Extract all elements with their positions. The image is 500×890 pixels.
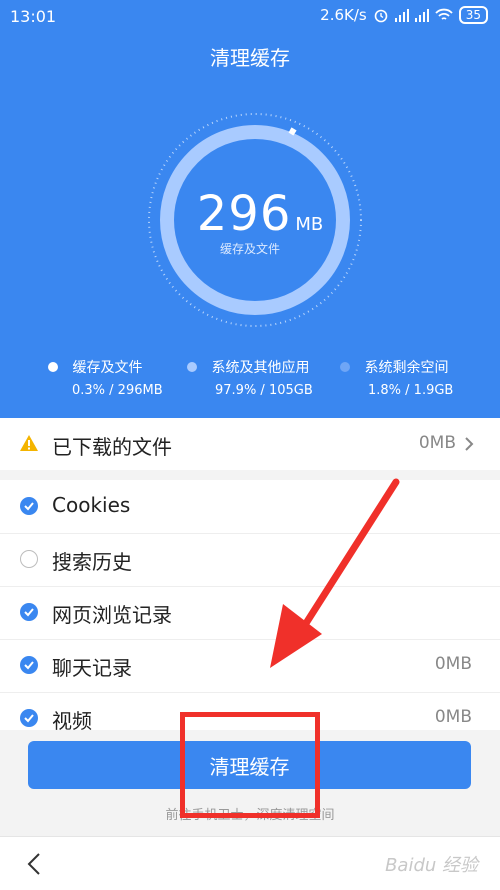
checkbox-checked-icon[interactable] (20, 603, 38, 621)
checkbox-checked-icon[interactable] (20, 497, 38, 515)
list-item-label: 搜索历史 (52, 550, 132, 574)
back-arrow-icon[interactable] (27, 852, 41, 876)
list-item-label: 聊天记录 (52, 656, 132, 680)
legend-item-system: 系统及其他应用 97.9% / 105GB (187, 357, 313, 398)
legend-label: 缓存及文件 (72, 360, 143, 376)
legend-label: 系统剩余空间 (364, 360, 449, 376)
checkbox-checked-icon[interactable] (20, 656, 38, 674)
legend-dot-free (340, 362, 350, 372)
list-item-chat-history[interactable]: 聊天记录 0MB (0, 639, 500, 693)
legend-value: 1.8% / 1.9GB (368, 383, 454, 398)
footer-link[interactable]: 前往手机卫士，深度清理空间 (0, 804, 500, 823)
clean-cache-button[interactable]: 清理缓存 (28, 741, 471, 789)
list-item-label: 网页浏览记录 (52, 603, 172, 627)
bottom-nav: Baidu 经验 (0, 836, 500, 890)
checkbox-unchecked-icon[interactable] (20, 550, 38, 568)
list-item-cookies[interactable]: Cookies (0, 480, 500, 534)
signal-icon-2 (414, 8, 429, 22)
status-time: 13:01 (10, 7, 57, 26)
legend-item-free: 系统剩余空间 1.8% / 1.9GB (340, 357, 453, 398)
legend-value: 97.9% / 105GB (215, 383, 313, 398)
signal-icon-1 (394, 8, 409, 22)
downloaded-value: 0MB (418, 433, 456, 453)
list-item-label: Cookies (52, 493, 131, 517)
status-right: 2.6K/s 35 (320, 6, 488, 24)
gauge-number: 296 (196, 186, 292, 242)
gauge-caption: 缓存及文件 (219, 242, 280, 256)
legend-label: 系统及其他应用 (211, 360, 310, 376)
status-bar: 13:01 2.6K/s 35 (0, 0, 500, 32)
legend-value: 0.3% / 296MB (72, 383, 163, 398)
legend-dot-cache (48, 362, 58, 372)
warning-icon (20, 435, 38, 451)
page-title: 清理缓存 (210, 46, 290, 70)
chevron-right-icon (465, 437, 474, 451)
downloaded-label: 已下载的文件 (52, 435, 172, 459)
list-item-label: 视频 (52, 709, 92, 733)
wifi-icon (435, 8, 453, 20)
gauge-value: 296 MB (190, 186, 330, 242)
checkbox-checked-icon[interactable] (20, 709, 38, 727)
list-item-value: 0MB (434, 654, 472, 674)
legend-item-cache: 缓存及文件 0.3% / 296MB (48, 357, 163, 398)
list-item-video[interactable]: 视频 0MB (0, 692, 500, 745)
battery-icon: 35 (458, 6, 488, 24)
legend-dot-system (187, 362, 197, 372)
list-item-browsing-history[interactable]: 网页浏览记录 (0, 586, 500, 640)
downloaded-files-row[interactable]: 已下载的文件 0MB (0, 418, 500, 470)
watermark: Baidu 经验 (385, 855, 478, 876)
gauge-unit: MB (295, 214, 324, 235)
items-list: Cookies 搜索历史 网页浏览记录 聊天记录 0MB 视频 0MB (0, 480, 500, 733)
header-panel: 13:01 2.6K/s 35 清理缓存 296 MB 缓存及文件 缓存及文件 0… (0, 0, 500, 418)
net-speed: 2.6K/s (320, 6, 367, 24)
list-item-search-history[interactable]: 搜索历史 (0, 533, 500, 587)
list-item-value: 0MB (434, 707, 472, 727)
alarm-icon (374, 9, 388, 23)
